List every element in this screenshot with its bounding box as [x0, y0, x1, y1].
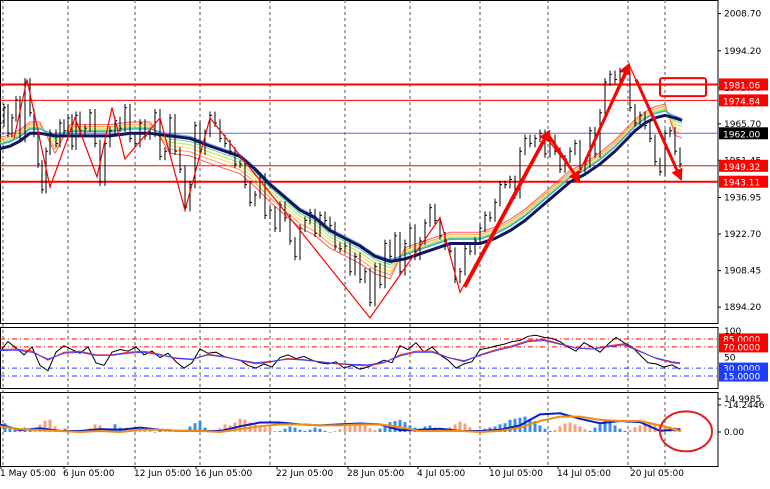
- macd-histogram-bar: [313, 427, 317, 432]
- annotation-layer: [13, 62, 713, 453]
- x-tick-label: 28 Jun 05:00: [347, 469, 404, 479]
- macd-histogram-bar: [598, 424, 602, 432]
- macd-histogram-bar: [303, 430, 307, 432]
- macd-histogram-bar: [608, 422, 612, 432]
- rsi-line: [0, 338, 681, 367]
- x-tick-label: 6 Jun 05:00: [63, 469, 115, 479]
- ma-ribbon-line: [0, 107, 683, 272]
- macd-histogram-bar: [363, 425, 367, 432]
- macd-histogram-bar: [293, 427, 297, 432]
- macd-histogram-bar: [283, 428, 287, 432]
- macd-histogram-bar: [348, 426, 352, 432]
- grid-layer: [0, 0, 719, 467]
- macd-histogram-bar: [378, 428, 382, 432]
- macd-histogram-bar: [358, 424, 362, 432]
- rsi-level-label: 70.0000: [723, 343, 760, 353]
- axis-layer: 1 May 05:00 6 Jun 05:00 12 Jun 05:00 16 Jun…: [0, 10, 768, 479]
- price-tag: 1962.00: [719, 127, 768, 140]
- macd-histogram-bar: [633, 427, 637, 432]
- macd-histogram-bar: [613, 425, 617, 432]
- macd-histogram-bar: [338, 429, 342, 432]
- macd-histogram-bar: [288, 426, 292, 432]
- macd-histogram-bar: [638, 425, 642, 432]
- price-tag-label: 1981.06: [723, 81, 760, 91]
- macd-histogram-bar: [588, 430, 592, 432]
- x-tick-label: 20 Jul 05:00: [630, 469, 684, 479]
- trading-chart: 1 May 05:00 6 Jun 05:00 12 Jun 05:00 16 Jun…: [0, 0, 770, 485]
- macd-histogram-bar: [578, 426, 582, 432]
- y-tick-label: 1894.20: [724, 303, 761, 313]
- macd-histogram-bar: [548, 430, 552, 432]
- data-layer: [0, 67, 683, 434]
- highlight-ellipse: [659, 410, 713, 453]
- chart-canvas: 1 May 05:00 6 Jun 05:00 12 Jun 05:00 16 Jun…: [0, 0, 768, 479]
- x-tick-label: 22 Jun 05:00: [276, 469, 333, 479]
- x-tick-label: 1 May 05:00: [0, 469, 56, 479]
- rsi-y-tick-label: 100: [724, 327, 741, 337]
- rsi-line: [0, 334, 681, 372]
- macd-histogram-bar: [328, 432, 332, 433]
- macd-histogram-bar: [553, 430, 557, 432]
- y-tick-label: 2008.70: [724, 10, 761, 20]
- macd-y-tick-label: 0.00: [724, 428, 744, 438]
- macd-histogram-bar: [273, 431, 277, 432]
- rsi-level-label: 15.0000: [723, 373, 760, 383]
- rsi-y-tick-label: 50: [724, 354, 736, 364]
- price-tag-label: 1949.32: [723, 163, 760, 173]
- macd-histogram-bar: [333, 431, 337, 432]
- price-tag-label: 1943.11: [723, 179, 760, 189]
- panel-frame-0: [0, 0, 719, 324]
- x-tick-label: 12 Jun 05:00: [134, 469, 191, 479]
- macd-histogram-bar: [153, 432, 157, 433]
- rsi-line: [0, 340, 681, 366]
- macd-histogram-bar: [253, 424, 257, 432]
- macd-histogram-bar: [543, 428, 547, 432]
- price-tag: 1974.84: [719, 94, 768, 107]
- macd-histogram-bar: [163, 431, 167, 432]
- macd-histogram-bar: [568, 422, 572, 432]
- macd-histogram-bar: [278, 430, 282, 432]
- macd-histogram-bar: [628, 430, 632, 432]
- macd-histogram-bar: [538, 425, 542, 432]
- x-tick-label: 14 Jul 05:00: [557, 469, 611, 479]
- macd-histogram-bar: [13, 429, 17, 432]
- macd-histogram-bar: [583, 429, 587, 432]
- macd-histogram-bar: [298, 429, 302, 432]
- x-tick-label: 16 Jun 05:00: [195, 469, 252, 479]
- y-tick-label: 1908.45: [724, 267, 761, 277]
- price-tag: 1943.11: [719, 175, 768, 189]
- x-tick-label: 10 Jul 05:00: [489, 469, 543, 479]
- macd-histogram-bar: [623, 430, 627, 432]
- macd-histogram-bar: [368, 428, 372, 432]
- macd-histogram-bar: [308, 429, 312, 432]
- rsi-level-tag: 70.0000: [719, 341, 768, 353]
- macd-histogram-bar: [558, 426, 562, 432]
- macd-histogram-bar: [573, 424, 577, 432]
- trend-arrow: [547, 135, 581, 184]
- price-tag-label: 1974.84: [723, 97, 760, 107]
- macd-histogram-bar: [18, 431, 22, 432]
- macd-histogram-bar: [323, 430, 327, 432]
- x-tick-label: 4 Jul 05:00: [417, 469, 466, 479]
- y-tick-label: 1936.95: [724, 194, 761, 204]
- macd-histogram-bar: [343, 428, 347, 432]
- rsi-level-tag: 15.0000: [719, 370, 768, 383]
- macd-histogram-bar: [268, 428, 272, 432]
- highlight-rectangle: [659, 77, 707, 98]
- macd-histogram-bar: [318, 428, 322, 432]
- macd-histogram-bar: [593, 427, 597, 432]
- macd-histogram-bar: [563, 423, 567, 432]
- price-tag-label: 1962.00: [723, 130, 760, 140]
- zigzag-line: [13, 65, 681, 319]
- macd-histogram-bar: [373, 430, 377, 432]
- macd-histogram-bar: [618, 428, 622, 432]
- macd-histogram-bar: [353, 425, 357, 432]
- y-tick-label: 1922.70: [724, 230, 761, 240]
- macd-y-tick-label: -14.2446: [724, 401, 765, 411]
- macd-histogram-bar: [263, 427, 267, 432]
- y-tick-label: 1994.20: [724, 47, 761, 57]
- price-tag: 1981.06: [719, 78, 768, 91]
- price-tag: 1949.32: [719, 159, 768, 173]
